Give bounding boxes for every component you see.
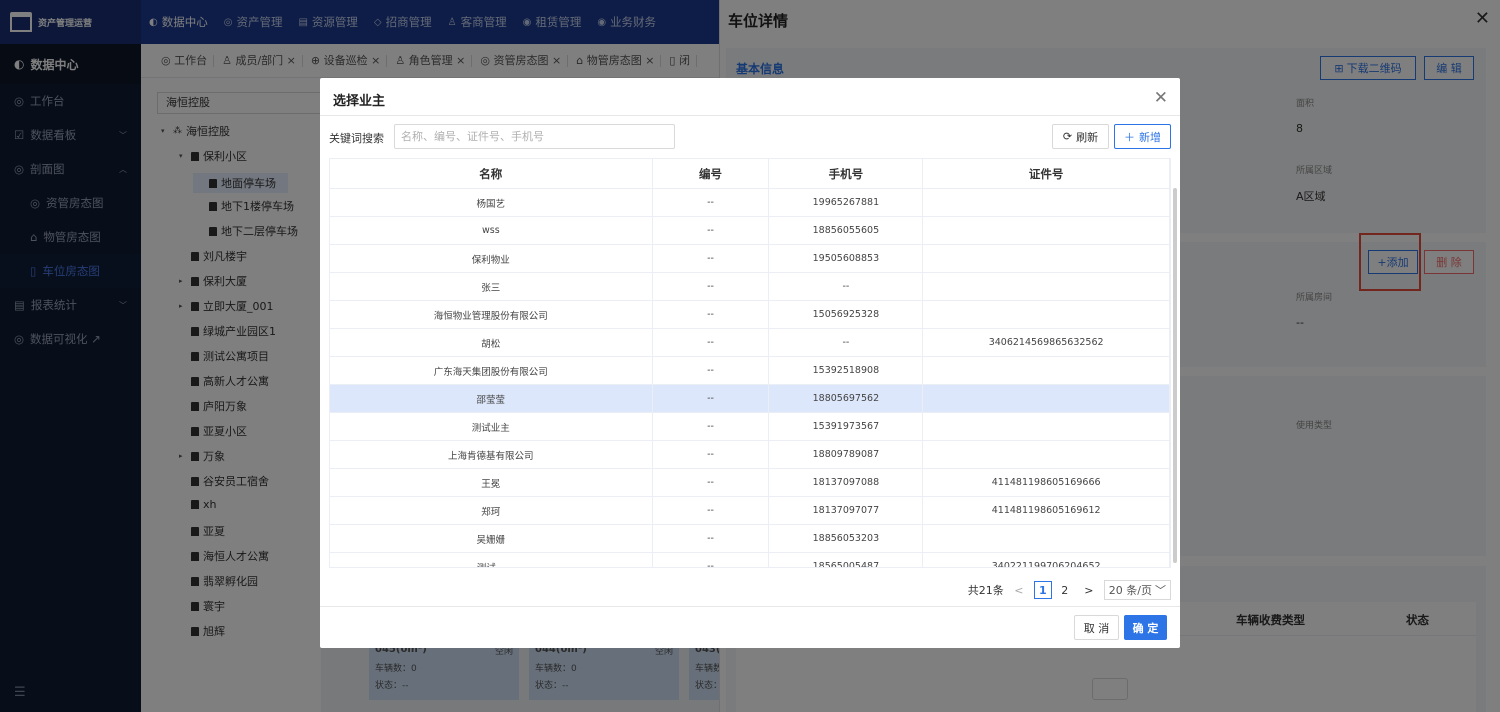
table-cell: 18809789087 xyxy=(769,441,924,468)
table-cell xyxy=(923,441,1170,468)
table-cell: 15391973567 xyxy=(769,413,924,440)
column-header: 名称 xyxy=(330,159,653,188)
table-cell: 18856055605 xyxy=(769,217,924,244)
table-cell: wss xyxy=(330,217,653,244)
table-row[interactable]: 上海肯德基有限公司 -- 18809789087 xyxy=(330,441,1170,469)
table-cell xyxy=(923,217,1170,244)
table-row[interactable]: 测试... -- 18565005487 340221199706204652 xyxy=(330,553,1170,567)
table-row[interactable]: 杨国艺 -- 19965267881 xyxy=(330,189,1170,217)
table-cell: 411481198605169666 xyxy=(923,469,1170,496)
table-scrollbar[interactable] xyxy=(1173,188,1177,563)
table-cell: -- xyxy=(653,497,770,524)
table-row[interactable]: 测试业主 -- 15391973567 xyxy=(330,413,1170,441)
table-cell: 王冕 xyxy=(330,469,653,496)
table-row[interactable]: 保利物业 -- 19505608853 xyxy=(330,245,1170,273)
plus-icon: ＋ xyxy=(1124,130,1135,144)
select-owner-modal: 选择业主 ✕ 关键词搜索 ⟳刷新 ＋新增 名称编号手机号证件号 杨国艺--199… xyxy=(320,78,1180,648)
table-cell: 杨国艺 xyxy=(330,189,653,216)
table-row[interactable]: 广东海天集团股份有限公司 -- 15392518908 xyxy=(330,357,1170,385)
keyword-search-input[interactable] xyxy=(394,124,675,149)
table-cell: 广东海天集团股份有限公司 xyxy=(330,357,653,384)
table-cell: 18137097077 xyxy=(769,497,924,524)
table-row[interactable]: 张三 -- -- xyxy=(330,273,1170,301)
table-cell: -- xyxy=(769,273,924,300)
table-cell: 18856053203 xyxy=(769,525,924,552)
table-cell: 张三 xyxy=(330,273,653,300)
table-cell: 15056925328 xyxy=(769,301,924,328)
keyword-label: 关键词搜索 xyxy=(329,132,384,145)
refresh-button[interactable]: ⟳ 刷新 xyxy=(1052,124,1109,149)
table-cell: 340221199706204652 xyxy=(923,553,1170,567)
chevron-down-icon: ﹀ xyxy=(1155,584,1166,597)
table-cell xyxy=(923,525,1170,552)
modal-close-icon[interactable]: ✕ xyxy=(1154,88,1168,108)
page-number-button[interactable]: 2 xyxy=(1056,581,1074,599)
confirm-button[interactable]: 确 定 xyxy=(1124,615,1167,640)
cancel-button[interactable]: 取 消 xyxy=(1074,615,1119,640)
table-cell: 上海肯德基有限公司 xyxy=(330,441,653,468)
modal-title: 选择业主 xyxy=(333,94,386,109)
table-cell: -- xyxy=(653,469,770,496)
table-cell xyxy=(923,245,1170,272)
table-row[interactable]: 邵莹莹 -- 18805697562 xyxy=(330,385,1170,413)
table-cell: -- xyxy=(653,189,770,216)
table-cell: 吴姗姗 xyxy=(330,525,653,552)
table-cell: 邵莹莹 xyxy=(330,385,653,412)
table-cell: -- xyxy=(653,525,770,552)
table-cell: 3406214569865632562 xyxy=(923,329,1170,356)
divider xyxy=(320,606,1180,607)
pagination: 共21条 < 12 > 20 条/页 ﹀ xyxy=(968,580,1171,600)
total-count: 共21条 xyxy=(967,584,1004,597)
page-number-button[interactable]: 1 xyxy=(1033,581,1052,599)
table-cell: -- xyxy=(653,441,770,468)
owner-table: 名称 编号 手机号 证件号 杨国艺 -- 19965267881 wss -- 18856055… xyxy=(329,158,1171,568)
table-cell: 18137097088 xyxy=(769,469,924,496)
prev-page-button[interactable]: < xyxy=(1010,581,1028,599)
table-cell: 411481198605169612 xyxy=(923,497,1170,524)
table-cell xyxy=(923,413,1170,440)
table-cell xyxy=(923,189,1170,216)
table-cell: -- xyxy=(653,273,770,300)
column-header: 证件号 xyxy=(923,159,1170,188)
table-cell xyxy=(923,357,1170,384)
table-row[interactable]: 胡松 -- -- 3406214569865632562 xyxy=(330,329,1170,357)
column-header: 编号 xyxy=(653,159,770,188)
page-size-select[interactable]: 20 条/页 ﹀ xyxy=(1103,580,1171,600)
table-cell: 保利物业 xyxy=(330,245,653,272)
table-cell: 海恒物业管理股份有限公司 xyxy=(330,301,653,328)
table-cell: -- xyxy=(653,357,770,384)
table-cell: -- xyxy=(653,329,770,356)
table-cell: 测试... xyxy=(330,553,653,567)
table-cell: -- xyxy=(653,413,770,440)
table-cell: 胡松 xyxy=(330,329,653,356)
table-row[interactable]: wss -- 18856055605 xyxy=(330,217,1170,245)
add-new-button[interactable]: ＋新增 xyxy=(1114,124,1171,149)
table-cell: 15392518908 xyxy=(769,357,924,384)
table-row[interactable]: 吴姗姗 -- 18856053203 xyxy=(330,525,1170,553)
table-cell xyxy=(923,301,1170,328)
table-row[interactable]: 海恒物业管理股份有限公司 -- 15056925328 xyxy=(330,301,1170,329)
table-cell: -- xyxy=(653,217,770,244)
table-cell: -- xyxy=(653,385,770,412)
table-cell: -- xyxy=(653,245,770,272)
column-header: 手机号 xyxy=(769,159,924,188)
table-cell: 19965267881 xyxy=(769,189,924,216)
table-cell: 测试业主 xyxy=(330,413,653,440)
table-cell: 18805697562 xyxy=(769,385,924,412)
table-cell xyxy=(923,385,1170,412)
owner-table-header: 名称 编号 手机号 证件号 xyxy=(330,159,1170,189)
next-page-button[interactable]: > xyxy=(1080,581,1098,599)
table-cell xyxy=(923,273,1170,300)
table-row[interactable]: 郑珂 -- 18137097077 411481198605169612 xyxy=(330,497,1170,525)
table-cell: -- xyxy=(769,329,924,356)
table-cell: 郑珂 xyxy=(330,497,653,524)
table-cell: -- xyxy=(653,553,770,567)
table-cell: -- xyxy=(653,301,770,328)
table-cell: 18565005487 xyxy=(769,553,924,567)
table-cell: 19505608853 xyxy=(769,245,924,272)
divider xyxy=(320,115,1180,116)
table-row[interactable]: 王冕 -- 18137097088 411481198605169666 xyxy=(330,469,1170,497)
refresh-icon: ⟳ xyxy=(1062,130,1073,143)
